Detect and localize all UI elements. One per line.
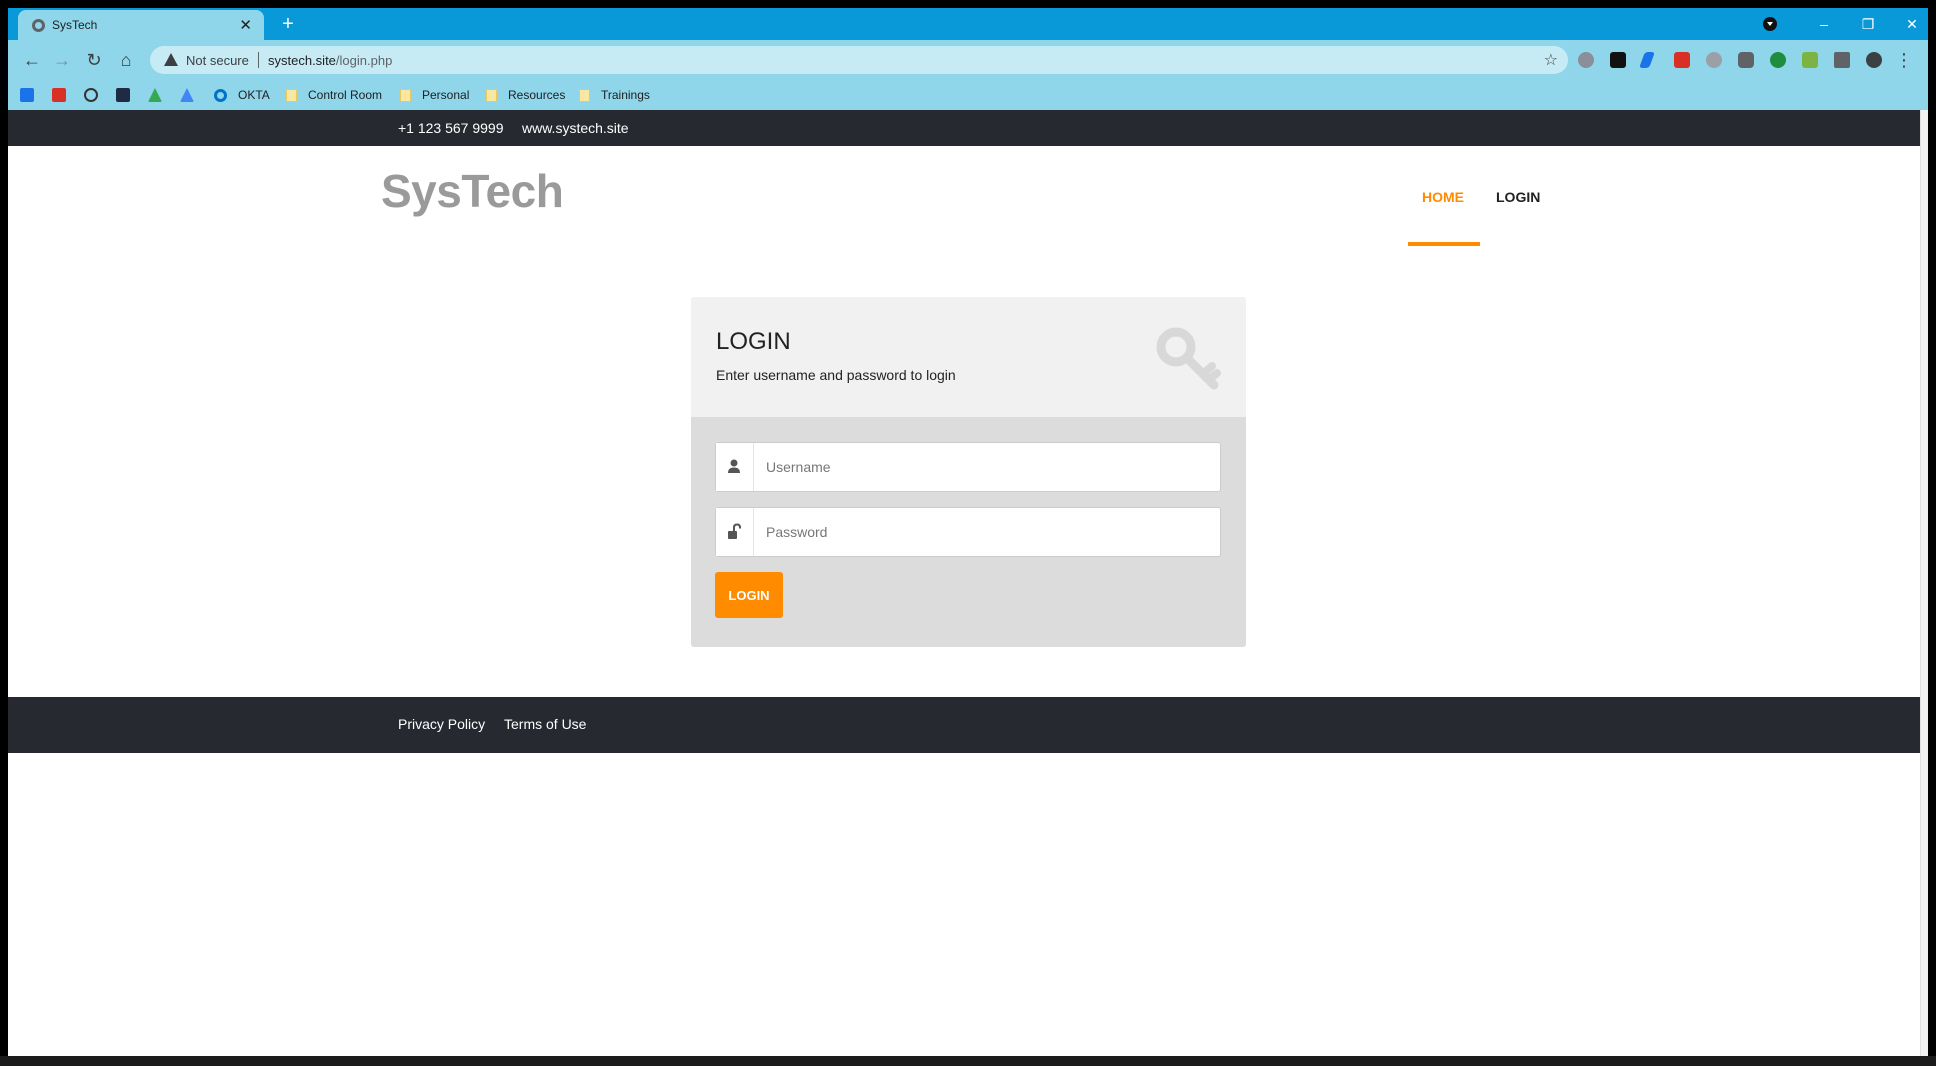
browser-titlebar: SysTech ✕ + – ❐ ✕ xyxy=(8,8,1928,40)
phone-number: +1 123 567 9999 xyxy=(398,120,504,136)
key-icon xyxy=(1156,327,1221,390)
restore-icon[interactable]: ❐ xyxy=(1846,10,1890,38)
bookmark-star-icon[interactable]: ☆ xyxy=(1544,50,1558,70)
nav-home[interactable]: HOME xyxy=(1422,189,1464,205)
os-taskbar xyxy=(0,1056,1936,1066)
site-footer: Privacy Policy Terms of Use xyxy=(8,697,1928,753)
forward-icon[interactable]: → xyxy=(50,48,74,72)
extension-icon[interactable] xyxy=(1610,52,1626,68)
extensions-puzzle-icon[interactable] xyxy=(1834,52,1850,68)
bookmark-folder-personal[interactable]: Personal xyxy=(400,87,469,103)
folder-icon xyxy=(579,88,590,102)
login-subtitle: Enter username and password to login xyxy=(716,367,956,383)
username-field xyxy=(715,442,1221,492)
extension-icon[interactable] xyxy=(1802,52,1818,68)
user-addon xyxy=(716,443,754,491)
bookmark-folder-trainings[interactable]: Trainings xyxy=(579,87,650,103)
divider xyxy=(258,52,259,68)
bookmark-folder-resources[interactable]: Resources xyxy=(486,87,565,103)
unlock-icon xyxy=(728,523,741,539)
terms-of-use-link[interactable]: Terms of Use xyxy=(504,716,586,732)
bookmark-folder-control-room[interactable]: Control Room xyxy=(286,87,382,103)
url-text[interactable]: systech.site/login.php xyxy=(268,53,392,68)
profile-menu-icon[interactable] xyxy=(1763,17,1777,31)
website-link[interactable]: www.systech.site xyxy=(522,120,629,136)
warning-icon xyxy=(164,53,178,66)
bookmark-icon[interactable] xyxy=(52,88,66,102)
extension-icon[interactable] xyxy=(1770,52,1786,68)
calendar-icon[interactable] xyxy=(20,88,34,102)
nav-login[interactable]: LOGIN xyxy=(1496,189,1540,205)
site-logo[interactable]: SysTech xyxy=(381,164,564,218)
extension-icon[interactable] xyxy=(1578,52,1594,68)
avatar[interactable] xyxy=(1866,52,1882,68)
page-viewport: +1 123 567 9999 www.systech.site SysTech… xyxy=(8,110,1928,1056)
window-close-icon[interactable]: ✕ xyxy=(1890,10,1934,38)
back-icon[interactable]: ← xyxy=(20,48,44,72)
extension-icon[interactable] xyxy=(1706,52,1722,68)
page-scrollbar[interactable] xyxy=(1920,110,1928,1056)
login-button[interactable]: LOGIN xyxy=(715,572,783,618)
drive-icon[interactable] xyxy=(148,88,162,102)
folder-icon xyxy=(486,88,497,102)
bookmark-okta[interactable]: OKTA xyxy=(214,87,270,103)
username-input[interactable] xyxy=(754,443,1218,491)
bookmark-icon[interactable] xyxy=(84,88,98,102)
tab-title: SysTech xyxy=(52,18,98,32)
home-icon[interactable]: ⌂ xyxy=(114,48,138,72)
globe-icon xyxy=(32,19,45,32)
contact-bar: +1 123 567 9999 www.systech.site xyxy=(8,110,1928,146)
close-tab-icon[interactable]: ✕ xyxy=(239,16,252,34)
privacy-policy-link[interactable]: Privacy Policy xyxy=(398,716,485,732)
bookmark-icon[interactable] xyxy=(116,88,130,102)
new-tab-button[interactable]: + xyxy=(276,12,300,36)
folder-icon xyxy=(286,88,297,102)
password-field xyxy=(715,507,1221,557)
drive-icon[interactable] xyxy=(180,88,194,102)
extension-icon[interactable] xyxy=(1639,52,1655,68)
security-label[interactable]: Not secure xyxy=(186,53,249,68)
login-title: LOGIN xyxy=(716,328,791,355)
bookmarks-bar: OKTA Control Room Personal Resources Tra… xyxy=(8,80,1928,110)
lock-addon xyxy=(716,508,754,556)
browser-tab[interactable]: SysTech ✕ xyxy=(18,10,264,40)
extension-icon[interactable] xyxy=(1674,52,1690,68)
address-bar[interactable]: Not secure systech.site/login.php ☆ xyxy=(150,46,1568,74)
folder-icon xyxy=(400,88,411,102)
browser-toolbar: ← → ↻ ⌂ Not secure systech.site/login.ph… xyxy=(8,40,1928,80)
user-icon xyxy=(728,459,740,473)
password-input[interactable] xyxy=(754,508,1218,556)
login-panel: LOGIN Enter username and password to log… xyxy=(691,297,1246,647)
reload-icon[interactable]: ↻ xyxy=(82,48,106,72)
minimize-icon[interactable]: – xyxy=(1802,10,1846,38)
active-nav-indicator xyxy=(1408,242,1480,246)
login-panel-header: LOGIN Enter username and password to log… xyxy=(691,297,1246,417)
okta-icon xyxy=(214,88,227,102)
extension-icon[interactable] xyxy=(1738,52,1754,68)
more-menu-icon[interactable]: ⋮ xyxy=(1892,48,1916,72)
